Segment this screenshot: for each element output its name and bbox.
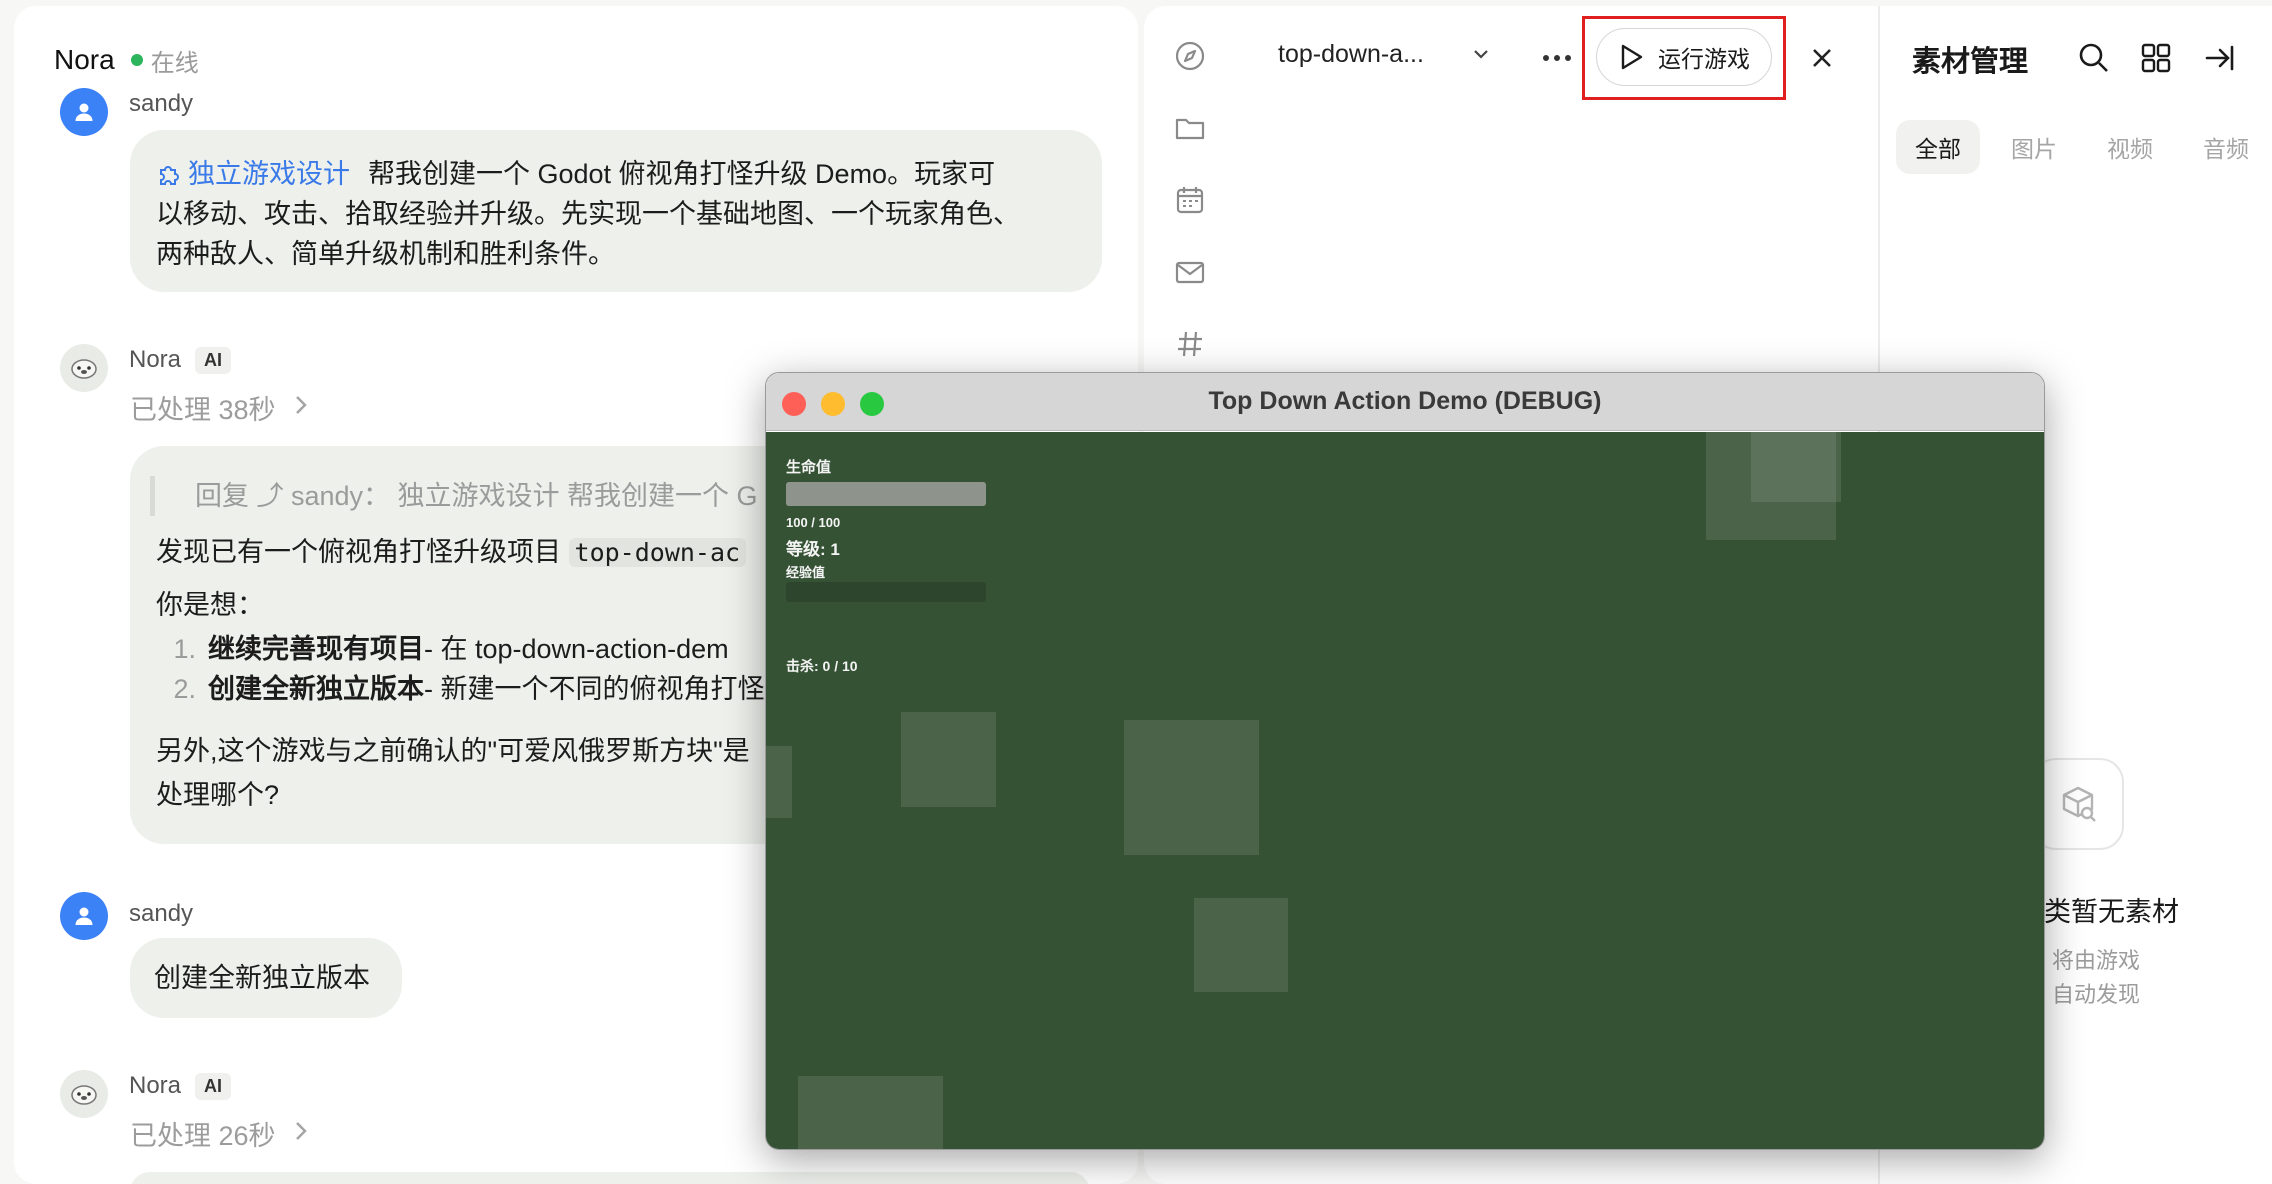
person-icon	[75, 103, 93, 121]
mail-icon[interactable]	[1174, 256, 1206, 288]
bear-icon	[71, 359, 97, 379]
search-icon[interactable]	[2078, 42, 2110, 74]
empty-state-title: 类暂无素材	[2044, 897, 2179, 927]
sender-name: Nora	[129, 1072, 182, 1099]
window-maximize-button[interactable]	[860, 392, 884, 416]
ai-badge: AI	[195, 346, 232, 374]
user-message-bubble: 独立游戏设计 帮我创建一个 Godot 俯视角打怪升级 Demo。玩家可 以移动、…	[130, 130, 1102, 292]
ai-avatar[interactable]	[60, 344, 108, 392]
message-sender: Nora AI	[129, 346, 232, 374]
ground-tile	[901, 712, 996, 807]
game-viewport[interactable]: 生命值 100 / 100 等级: 1 经验值 击杀: 0 / 10	[766, 432, 2044, 1149]
message-sender: sandy	[129, 900, 194, 927]
ai-badge: AI	[195, 1072, 232, 1100]
ground-tile	[1194, 898, 1288, 992]
user-message-bubble: 创建全新独立版本	[130, 938, 402, 1018]
close-icon[interactable]	[1810, 46, 1834, 70]
contact-name: Nora	[54, 44, 115, 75]
window-titlebar[interactable]: Top Down Action Demo (DEBUG)	[766, 373, 2044, 431]
message-text: 以移动、攻击、拾取经验并升级。先实现一个基础地图、一个玩家角色、	[156, 199, 1020, 229]
calendar-icon[interactable]	[1174, 184, 1206, 216]
person-icon	[75, 907, 93, 925]
processing-time: 已处理 26秒	[130, 1121, 276, 1151]
assets-title: 素材管理	[1912, 46, 2029, 78]
asset-tabs: 全部 图片 视频 音频	[1896, 120, 2272, 174]
hash-icon[interactable]	[1174, 328, 1206, 360]
ai-avatar[interactable]	[60, 1070, 108, 1118]
chat-header: Nora 在线	[54, 40, 199, 80]
run-game-button[interactable]: 运行游戏	[1596, 28, 1772, 86]
processing-time-toggle[interactable]: 已处理 26秒	[130, 1114, 308, 1153]
ground-tile	[798, 1076, 943, 1149]
run-game-label: 运行游戏	[1658, 46, 1750, 72]
message-text: 两种敌人、简单升级机制和胜利条件。	[156, 239, 615, 269]
hp-bar	[786, 482, 986, 506]
skill-label: 独立游戏设计	[188, 159, 350, 189]
message-sender: Nora AI	[129, 1072, 232, 1100]
chevron-down-icon[interactable]	[1472, 48, 1490, 60]
ai-message-bubble	[130, 1172, 1090, 1184]
message-text: 发现已有一个俯视角打怪升级项目	[156, 537, 569, 567]
package-search-icon	[2062, 786, 2096, 822]
chevron-right-icon	[294, 392, 308, 423]
sender-name: Nora	[129, 346, 182, 373]
window-close-button[interactable]	[782, 392, 806, 416]
empty-state-icon-box	[2032, 758, 2124, 850]
ground-tile	[1751, 432, 1841, 502]
ground-tile	[1124, 720, 1259, 855]
tab-images[interactable]: 图片	[1992, 120, 2076, 174]
tab-audio[interactable]: 音频	[2184, 120, 2268, 174]
kills-counter: 击杀: 0 / 10	[786, 658, 858, 674]
tab-videos[interactable]: 视频	[2088, 120, 2172, 174]
message-sender: sandy	[129, 90, 194, 117]
more-icon[interactable]	[1542, 54, 1572, 62]
collapse-panel-icon[interactable]	[2204, 42, 2236, 74]
window-title: Top Down Action Demo (DEBUG)	[1208, 387, 1602, 415]
inline-code: top-down-ac	[568, 538, 747, 567]
processing-time-toggle[interactable]: 已处理 38秒	[130, 388, 308, 427]
play-icon	[1621, 44, 1643, 70]
tab-all[interactable]: 全部	[1896, 120, 1980, 174]
empty-state-description: 将由游戏 自动发现	[2052, 948, 2141, 1007]
hp-bar-fill	[786, 482, 986, 506]
skill-link[interactable]: 独立游戏设计	[156, 159, 350, 189]
level-label: 等级: 1	[786, 540, 840, 559]
online-status: 在线	[150, 49, 199, 77]
chevron-right-icon	[294, 1118, 308, 1149]
hp-value: 100 / 100	[786, 515, 841, 530]
ground-tile	[766, 746, 792, 818]
compass-icon[interactable]	[1174, 40, 1206, 72]
user-avatar[interactable]	[60, 88, 108, 136]
grid-view-icon[interactable]	[2140, 42, 2172, 74]
game-window[interactable]: Top Down Action Demo (DEBUG) 生命值 100 / 1…	[765, 372, 2045, 1150]
hp-label: 生命值	[786, 459, 832, 476]
online-status-dot	[130, 54, 143, 66]
window-minimize-button[interactable]	[821, 392, 845, 416]
message-text: 帮我创建一个 Godot 俯视角打怪升级 Demo。玩家可	[368, 159, 996, 189]
processing-time: 已处理 38秒	[130, 395, 276, 425]
xp-bar	[786, 582, 986, 602]
xp-label: 经验值	[786, 565, 826, 580]
folder-icon[interactable]	[1174, 112, 1206, 144]
bear-icon	[71, 1085, 97, 1105]
project-name[interactable]: top-down-a...	[1278, 40, 1424, 69]
user-avatar[interactable]	[60, 892, 108, 940]
puzzle-icon	[160, 166, 179, 185]
